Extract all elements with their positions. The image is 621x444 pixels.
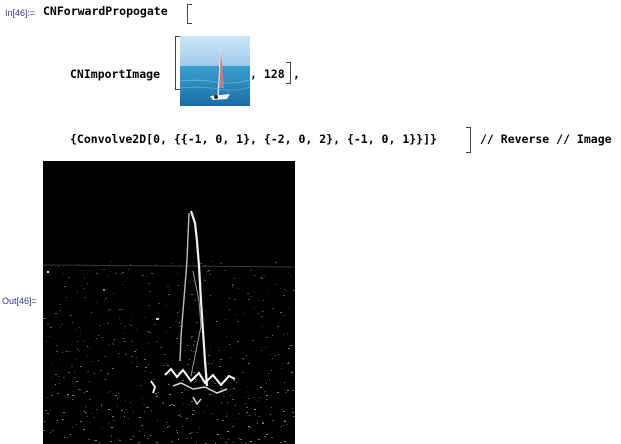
postfix-expression[interactable]: // Reverse // Image	[480, 132, 612, 146]
forward-propagate-function[interactable]: CNForwardPropogate	[43, 4, 168, 18]
import-close-bracket	[286, 62, 291, 84]
sailboat-thumbnail-image[interactable]	[180, 36, 250, 106]
argument-separator-comma: ,	[293, 67, 300, 81]
input-cell-label: In[46]:=	[5, 8, 36, 18]
sailboat-thumbnail-icon	[180, 36, 250, 106]
import-size-argument[interactable]: , 128	[250, 67, 285, 81]
outer-open-bracket	[187, 4, 192, 24]
import-image-function[interactable]: CNImportImage	[70, 67, 160, 81]
outer-close-bracket	[466, 127, 471, 153]
edge-filtered-sailboat-icon	[43, 161, 295, 444]
layer-list-expression[interactable]: {Convolve2D[0, {{-1, 0, 1}, {-2, 0, 2}, …	[70, 132, 437, 146]
edge-filtered-output-image[interactable]	[43, 161, 295, 444]
output-cell-label: Out[46]=	[2, 296, 37, 306]
